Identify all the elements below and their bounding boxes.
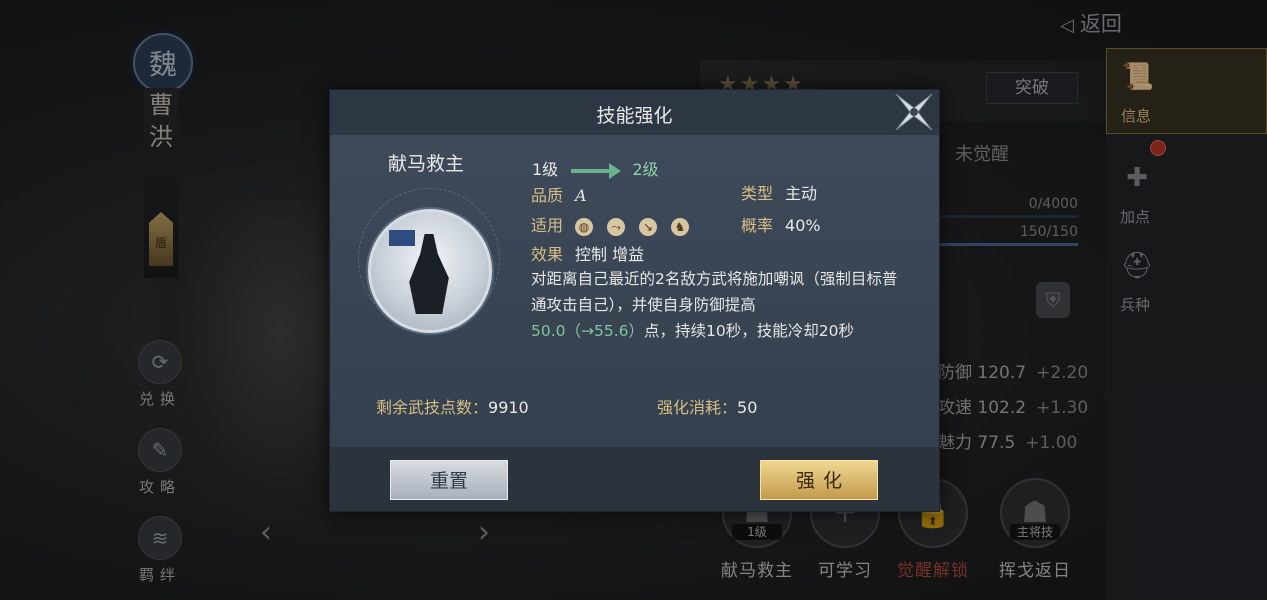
quality-label: 品质: [531, 186, 564, 205]
applicable-label: 适用: [531, 216, 564, 235]
spear-icon: ↘: [639, 217, 658, 236]
level-change: 1级 2级: [532, 156, 659, 180]
skill-name: 献马救主: [388, 153, 465, 175]
close-icon: [895, 93, 933, 131]
reset-button[interactable]: 重置: [390, 460, 508, 500]
desc-text: 对距离自己最近的2名敌方武将施加嘲讽（强制目标普通攻击自己），并使自身防御提高: [531, 270, 898, 314]
warrior-silhouette-icon: [409, 234, 449, 314]
chance-row: 概率 40%: [741, 212, 821, 236]
skill-enhance-dialog: 技能强化 献马救主 1级 2级 品质 A 类型 主动 适用 ◍ ⤳ ↘ ♞ 概率 40% 效果…: [329, 89, 940, 512]
horse-icon: ♞: [671, 217, 690, 236]
enhance-button[interactable]: 强化: [760, 460, 878, 500]
level-from: 1级: [532, 160, 559, 179]
chance-value: 40%: [785, 216, 821, 235]
skill-portrait: [368, 209, 492, 333]
shield-icon: ◍: [575, 217, 594, 236]
remaining-label: 剩余武技点数：: [376, 398, 489, 417]
type-value: 主动: [785, 184, 818, 203]
effect-value: 控制 增益: [575, 245, 645, 264]
type-label: 类型: [741, 184, 774, 203]
effect-row: 效果 控制 增益: [531, 241, 644, 265]
quality-row: 品质 A: [531, 182, 587, 206]
dialog-header: 技能强化: [330, 90, 939, 136]
remaining-points: 剩余武技点数：9910: [376, 394, 529, 418]
flag-icon: [389, 230, 415, 246]
applicable-row: 适用 ◍ ⤳ ↘ ♞: [531, 212, 703, 236]
dialog-title: 技能强化: [596, 105, 673, 127]
cost-value: 50: [737, 398, 758, 417]
chance-label: 概率: [741, 216, 774, 235]
desc-bonus: 50.0（→55.6）: [531, 322, 645, 340]
bow-icon: ⤳: [607, 217, 626, 236]
skill-description: 对距离自己最近的2名敌方武将施加嘲讽（强制目标普通攻击自己），并使自身防御提高 5…: [531, 266, 911, 344]
desc-text-2: 点，持续10秒，技能冷却20秒: [644, 322, 854, 340]
close-button[interactable]: [892, 90, 936, 134]
level-arrow-icon: [571, 162, 622, 179]
remaining-value: 9910: [488, 398, 529, 417]
effect-label: 效果: [531, 245, 564, 264]
level-to: 2级: [632, 160, 659, 179]
type-row: 类型 主动: [741, 180, 817, 204]
cost-label: 强化消耗：: [657, 398, 738, 417]
enhance-cost: 强化消耗：50: [657, 394, 757, 418]
quality-value: A: [575, 186, 587, 205]
